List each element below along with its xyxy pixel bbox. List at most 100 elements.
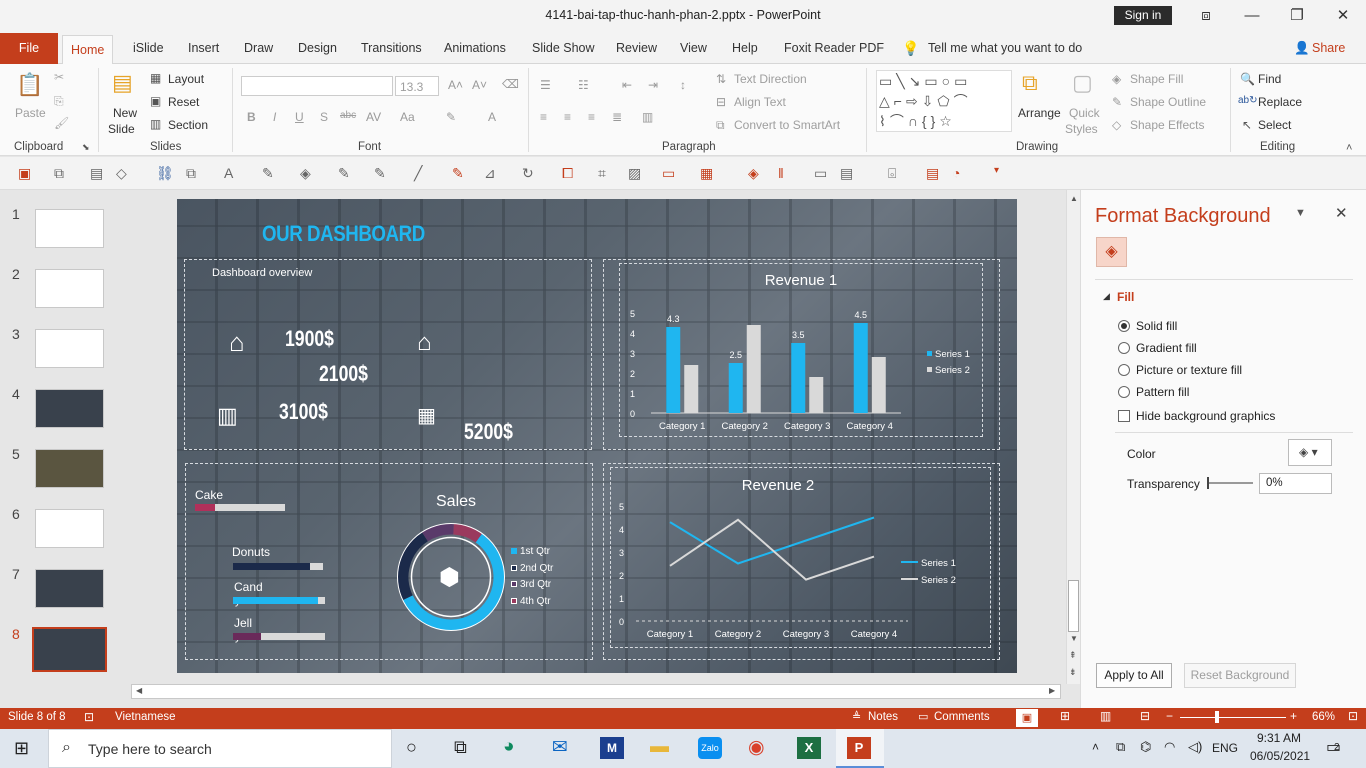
eyedropper-icon[interactable]: ✎ <box>262 165 274 182</box>
pane-options-icon[interactable]: ▼ <box>1295 207 1306 219</box>
tab-insert[interactable]: Insert <box>188 33 219 64</box>
minimize-icon[interactable]: — <box>1232 4 1272 28</box>
crop-icon[interactable]: ⌗ <box>598 165 606 182</box>
pane-close-icon[interactable]: ✕ <box>1335 204 1348 222</box>
justify-icon[interactable]: ≣ <box>612 110 622 124</box>
line-tool-icon[interactable]: ╱ <box>414 165 422 182</box>
clear-format-icon[interactable]: ⌫ <box>502 77 519 91</box>
tab-foxit[interactable]: Foxit Reader PDF <box>784 33 884 64</box>
dialog-launcher-icon[interactable]: ⬊ <box>82 142 90 153</box>
rotate-icon[interactable]: ↻ <box>522 165 534 182</box>
align-right-icon[interactable]: ≡ <box>588 110 595 124</box>
shape-icon[interactable]: ◇ <box>116 165 127 182</box>
arrange-icon[interactable]: ⧉ <box>1022 70 1038 96</box>
reset-button[interactable]: Reset <box>168 95 199 109</box>
chrome-icon[interactable]: ◉ <box>748 736 765 759</box>
outline-tool-icon[interactable]: ✎ <box>374 165 386 182</box>
slideshow-view-icon[interactable]: ⊟ <box>1140 709 1150 723</box>
network-icon[interactable]: ⌬ <box>1140 739 1151 755</box>
tray-app-icon[interactable]: ⧉ <box>1116 739 1125 755</box>
scroll-left-icon[interactable]: ◀ <box>136 686 142 695</box>
tell-me-box[interactable]: Tell me what you want to do <box>928 33 1082 64</box>
align-center-icon[interactable]: ≡ <box>564 110 571 124</box>
quick-styles-label-2[interactable]: Styles <box>1065 122 1098 136</box>
replace-button[interactable]: Replace <box>1258 95 1302 109</box>
scroll-down-icon[interactable]: ▼ <box>1070 634 1078 643</box>
notes-button[interactable]: Notes <box>868 711 898 723</box>
grid-icon[interactable]: ▦ <box>700 165 713 182</box>
picture-fill-radio[interactable]: Picture or texture fill <box>1118 363 1242 377</box>
windows-start-icon[interactable]: ⊞ <box>14 738 29 759</box>
shape-effects-button[interactable]: Shape Effects <box>1130 118 1205 132</box>
language-status[interactable]: Vietnamese <box>115 711 176 723</box>
apply-to-all-button[interactable]: Apply to All <box>1096 663 1172 688</box>
smartart-button[interactable]: Convert to SmartArt <box>734 118 840 132</box>
pen-icon[interactable]: ✎ <box>338 165 350 182</box>
shadow-button[interactable]: S <box>320 110 328 124</box>
solid-fill-radio[interactable]: Solid fill <box>1118 319 1177 333</box>
strike-button[interactable]: abc <box>340 110 356 121</box>
tab-view[interactable]: View <box>680 33 707 64</box>
slide-thumbnail[interactable] <box>35 569 104 608</box>
quick-styles-icon[interactable]: ▢ <box>1072 70 1093 96</box>
file-explorer-icon[interactable]: ▬ <box>650 736 669 758</box>
zoom-thumb[interactable] <box>1214 711 1219 723</box>
link-icon[interactable]: ⛓ <box>156 165 174 182</box>
paste-icon[interactable]: 📋 <box>16 72 43 98</box>
zalo-icon[interactable]: Zalo <box>698 737 722 759</box>
new-slide-label-2[interactable]: Slide <box>108 122 135 136</box>
layers-icon[interactable]: ◈ <box>748 165 759 182</box>
layout-tool-icon[interactable]: ▤ <box>840 165 853 182</box>
horizontal-scrollbar[interactable]: ◀ ▶ <box>131 684 1061 699</box>
shrink-font-icon[interactable]: A˅ <box>472 78 487 92</box>
normal-view-icon[interactable]: ▣ <box>1016 709 1038 727</box>
image-icon[interactable]: ▨ <box>628 165 641 182</box>
tab-transitions[interactable]: Transitions <box>361 33 422 64</box>
reading-view-icon[interactable]: ▥ <box>1100 709 1111 723</box>
notes-tool-icon[interactable]: ▤ <box>926 165 939 182</box>
slide-thumbnail[interactable] <box>35 449 104 488</box>
pattern-fill-radio[interactable]: Pattern fill <box>1118 385 1189 399</box>
decrease-indent-icon[interactable]: ⇤ <box>622 78 632 92</box>
mail-icon[interactable]: ✉ <box>552 736 568 759</box>
reset-background-button[interactable]: Reset Background <box>1184 663 1296 688</box>
tray-arrow-icon[interactable]: ˄ <box>1092 740 1099 754</box>
columns-icon[interactable]: ▥ <box>642 110 653 124</box>
new-slide-label-1[interactable]: New <box>113 106 137 120</box>
format-painter-icon[interactable]: 🖌 <box>54 116 69 130</box>
tab-slide-show[interactable]: Slide Show <box>532 33 595 64</box>
paste-button[interactable]: Paste <box>15 106 46 120</box>
radio-dot-selected[interactable] <box>1118 320 1130 332</box>
fit-slide-icon[interactable]: ⊡ <box>1348 709 1358 723</box>
shape-fill-button[interactable]: Shape Fill <box>1130 72 1183 86</box>
font-name-select[interactable] <box>241 76 393 96</box>
slide-title[interactable]: OUR DASHBOARD <box>262 221 425 247</box>
font-size-select[interactable]: 13.3 <box>395 76 439 96</box>
camera-icon[interactable]: ⌻ <box>888 165 896 182</box>
color-picker-icon[interactable]: ✎ <box>452 165 464 182</box>
align-text-button[interactable]: Align Text <box>734 95 786 109</box>
clock-date[interactable]: 06/05/2021 <box>1250 749 1310 763</box>
slide-thumbnail-selected[interactable] <box>32 627 107 672</box>
quick-styles-label-1[interactable]: Quick <box>1069 106 1100 120</box>
hide-background-checkbox[interactable]: Hide background graphics <box>1118 409 1275 423</box>
collapse-ribbon-icon[interactable]: ˄ <box>1346 142 1352 154</box>
radio-dot[interactable] <box>1118 342 1130 354</box>
slide-thumbnail[interactable] <box>35 269 104 308</box>
gradient-fill-radio[interactable]: Gradient fill <box>1118 341 1197 355</box>
table-icon[interactable]: ▭ <box>662 165 675 182</box>
fill-tool-icon[interactable]: ◈ <box>300 165 311 182</box>
spellcheck-icon[interactable]: ⊡ <box>84 710 94 724</box>
scroll-up-icon[interactable]: ▲ <box>1070 194 1078 203</box>
radio-dot[interactable] <box>1118 364 1130 376</box>
clock-time[interactable]: 9:31 AM <box>1254 731 1304 745</box>
bold-button[interactable]: B <box>247 110 256 124</box>
duplicate-icon[interactable]: ⧉ <box>186 165 196 182</box>
zoom-slider[interactable] <box>1180 711 1286 723</box>
tab-animations[interactable]: Animations <box>444 33 506 64</box>
transparency-input[interactable]: 0% <box>1259 473 1332 494</box>
picture-icon[interactable]: ⧉ <box>54 165 64 182</box>
slide-canvas[interactable]: OUR DASHBOARD Dashboard overview ⌂ 1900$… <box>177 199 1017 673</box>
highlight-icon[interactable]: ✎ <box>446 110 456 124</box>
copy-icon[interactable]: ⎘ <box>54 94 64 109</box>
